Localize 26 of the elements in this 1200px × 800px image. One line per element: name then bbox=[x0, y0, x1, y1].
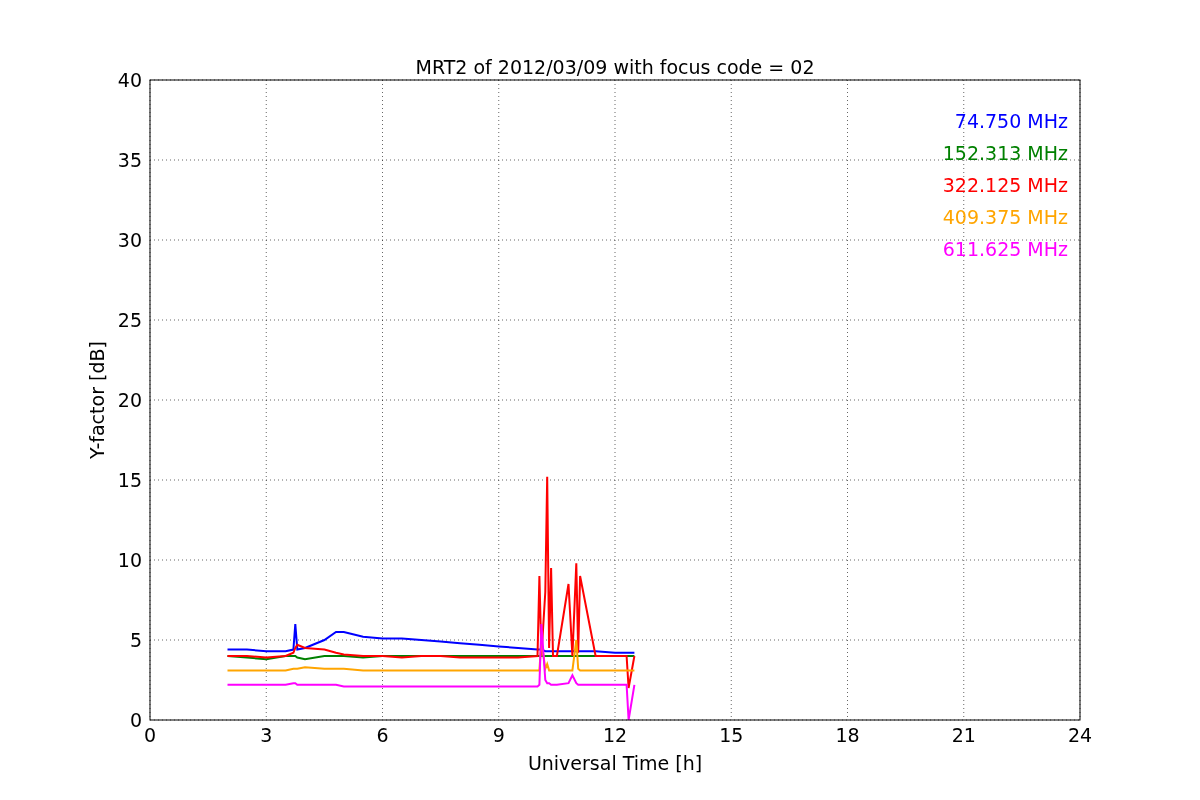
y-tick-label: 15 bbox=[117, 469, 142, 491]
x-tick-label: 12 bbox=[602, 724, 628, 746]
y-tick-label: 20 bbox=[117, 389, 142, 411]
legend-label: 611.625 MHz bbox=[942, 238, 1068, 260]
chart-title: MRT2 of 2012/03/09 with focus code = 02 bbox=[415, 56, 815, 78]
x-tick-label: 0 bbox=[143, 724, 157, 746]
legend-label: 409.375 MHz bbox=[942, 206, 1068, 228]
x-tick-label: 9 bbox=[492, 724, 505, 746]
x-tick-label: 6 bbox=[376, 724, 389, 746]
legend-label: 74.750 MHz bbox=[954, 110, 1068, 132]
x-tick-label: 24 bbox=[1067, 724, 1093, 746]
x-axis-label: Universal Time [h] bbox=[527, 752, 703, 774]
y-tick-label: 30 bbox=[117, 229, 142, 251]
x-tick-label: 21 bbox=[951, 724, 976, 746]
legend-label: 322.125 MHz bbox=[942, 174, 1068, 196]
y-tick-label: 40 bbox=[117, 69, 142, 91]
y-tick-label: 10 bbox=[117, 549, 142, 571]
y-tick-label: 35 bbox=[117, 149, 142, 171]
y-axis-label: Y-factor [dB] bbox=[86, 341, 108, 459]
x-tick-label: 18 bbox=[835, 724, 860, 746]
legend-label: 152.313 MHz bbox=[942, 142, 1068, 164]
x-tick-label: 3 bbox=[260, 724, 273, 746]
y-tick-label: 5 bbox=[129, 629, 142, 651]
x-tick-label: 15 bbox=[719, 724, 744, 746]
y-tick-label: 0 bbox=[129, 709, 142, 731]
y-tick-label: 25 bbox=[117, 309, 142, 331]
